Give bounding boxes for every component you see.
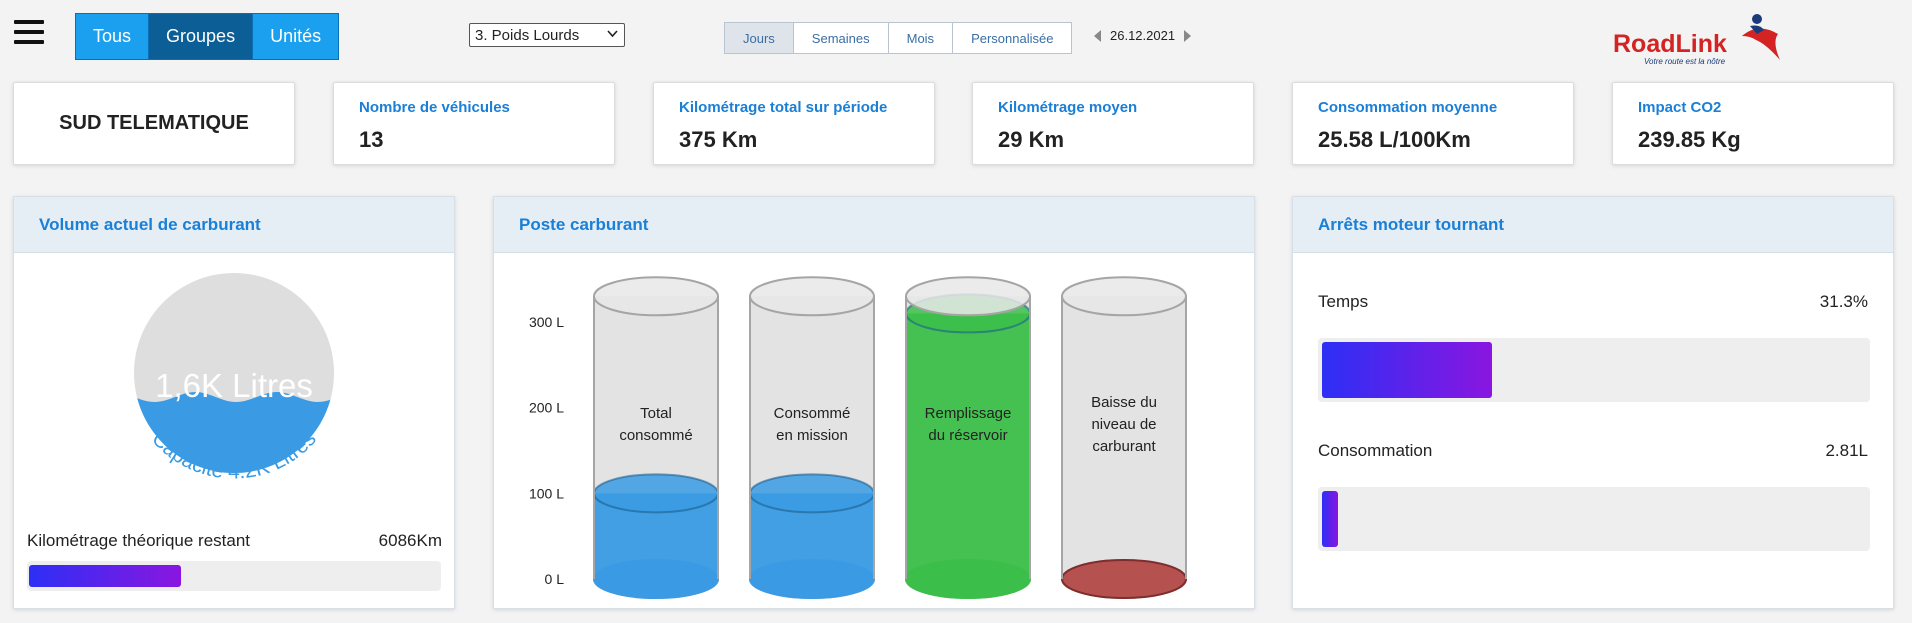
period-mois[interactable]: Mois [887, 23, 952, 53]
logo-figure-head [1752, 14, 1762, 24]
cylinder-label: consommé [619, 427, 692, 444]
gauge-level-text: 1,6K Litres [155, 367, 313, 404]
cylinder-label: du réservoir [928, 427, 1007, 444]
scope-segmented-control: Tous Groupes Unités [75, 13, 340, 60]
range-fill [29, 565, 181, 587]
kpi-label: Impact CO2 [1638, 99, 1722, 116]
kpi-label: Consommation moyenne [1318, 99, 1498, 116]
fuel-volume-panel: Volume actuel de carburant 1,6K Litres C… [13, 196, 455, 609]
idling-time-label: Temps [1318, 292, 1369, 311]
period-semaines[interactable]: Semaines [792, 23, 888, 53]
segment-unites[interactable]: Unités [252, 14, 339, 59]
kpi-vehicles: Nombre de véhicules 13 [333, 82, 615, 165]
company-name: SUD TELEMATIQUE [59, 112, 249, 134]
segment-tous[interactable]: Tous [76, 14, 149, 59]
cylinder-fill-top [593, 473, 719, 514]
chevron-down-icon [607, 30, 618, 38]
cylinder-label: carburant [1092, 438, 1156, 455]
cylinder-fill [906, 313, 1030, 579]
vehicle-group-select-value: 3. Poids Lourds [475, 26, 580, 44]
next-date-icon[interactable] [1184, 29, 1192, 42]
cylinder-label: Total [640, 405, 672, 422]
panel-title: Poste carburant [494, 197, 1254, 253]
kpi-avg-consumption: Consommation moyenne 25.58 L/100Km [1292, 82, 1574, 165]
cylinder-label: Baisse du [1091, 394, 1157, 411]
idling-consumption-value: 2.81L [1825, 441, 1868, 460]
period-jours[interactable]: Jours [725, 23, 793, 53]
kpi-label: Nombre de véhicules [359, 99, 510, 116]
y-tick-label: 200 L [529, 400, 564, 416]
cylinder-fill-bottom [593, 559, 719, 599]
cylinder-label: Consommé [774, 405, 851, 422]
logo-wordmark: RoadLink [1613, 30, 1727, 58]
period-selector: Jours Semaines Mois Personnalisée [724, 22, 1073, 54]
cylinder-fill-top [749, 473, 875, 514]
logo-tagline: Votre route est la nôtre [1644, 57, 1726, 66]
menu-icon[interactable] [14, 20, 44, 52]
segment-groupes[interactable]: Groupes [148, 14, 253, 59]
y-tick-label: 300 L [529, 314, 564, 330]
cylinder-top [593, 276, 719, 317]
kpi-value: 13 [359, 127, 384, 152]
current-date: 26.12.2021 [1110, 28, 1176, 43]
kpi-avg-km: Kilométrage moyen 29 Km [972, 82, 1254, 165]
range-value: 6086Km [378, 531, 442, 550]
previous-date-icon[interactable] [1094, 29, 1101, 42]
company-card: SUD TELEMATIQUE [13, 82, 295, 165]
idling-time-track [1318, 338, 1870, 402]
period-personnalisee[interactable]: Personnalisée [952, 23, 1071, 53]
cylinder-top [905, 276, 1031, 317]
kpi-total-km: Kilométrage total sur période 375 Km [653, 82, 935, 165]
cylinder-fill-bottom [1061, 559, 1187, 599]
cylinder-top [1061, 276, 1187, 317]
cylinder-top [749, 276, 875, 317]
range-track [27, 561, 441, 591]
kpi-value: 29 Km [998, 127, 1065, 152]
logo-figure-swoosh [1742, 28, 1780, 60]
idling-time-value: 31.3% [1819, 292, 1868, 311]
cylinder-fill-bottom [905, 559, 1031, 599]
cylinder-label: en mission [776, 427, 848, 444]
idling-consumption-track [1318, 487, 1870, 551]
date-navigator: 26.12.2021 [1094, 28, 1192, 43]
idling-panel: Arrêts moteur tournant Temps 31.3% Conso… [1292, 196, 1894, 609]
panel-title: Volume actuel de carburant [14, 197, 454, 253]
kpi-value: 375 Km [679, 127, 758, 152]
fuel-gauge: 1,6K Litres Capacité 4.2K Litres [134, 273, 334, 484]
vehicle-group-select[interactable]: 3. Poids Lourds [469, 23, 625, 47]
menu-line [14, 30, 44, 34]
y-tick-label: 0 L [545, 571, 565, 587]
cylinder-fill-bottom [749, 559, 875, 599]
kpi-co2: Impact CO2 239.85 Kg [1612, 82, 1894, 165]
kpi-value: 239.85 Kg [1638, 127, 1741, 152]
y-tick-label: 100 L [529, 485, 564, 501]
fuel-post-panel: Poste carburant 300 L 200 L 100 L 0 L Total c… [493, 196, 1255, 609]
cylinder-label: niveau de [1091, 416, 1156, 433]
menu-line [14, 40, 44, 44]
idling-consumption-label: Consommation [1318, 441, 1433, 460]
kpi-label: Kilométrage moyen [998, 99, 1138, 116]
menu-line [14, 20, 44, 24]
kpi-value: 25.58 L/100Km [1318, 127, 1471, 152]
fuel-post-chart: 300 L 200 L 100 L 0 L Total consommé Consommé e… [529, 276, 1187, 599]
panel-title: Arrêts moteur tournant [1293, 197, 1893, 253]
kpi-label: Kilométrage total sur période [679, 99, 888, 116]
cylinder-label: Remplissage [925, 405, 1012, 422]
range-label: Kilométrage théorique restant [27, 531, 251, 550]
roadlink-logo: RoadLink Votre route est la nôtre [1613, 14, 1780, 66]
idling-time-fill [1322, 342, 1493, 398]
idling-consumption-fill [1322, 491, 1339, 547]
